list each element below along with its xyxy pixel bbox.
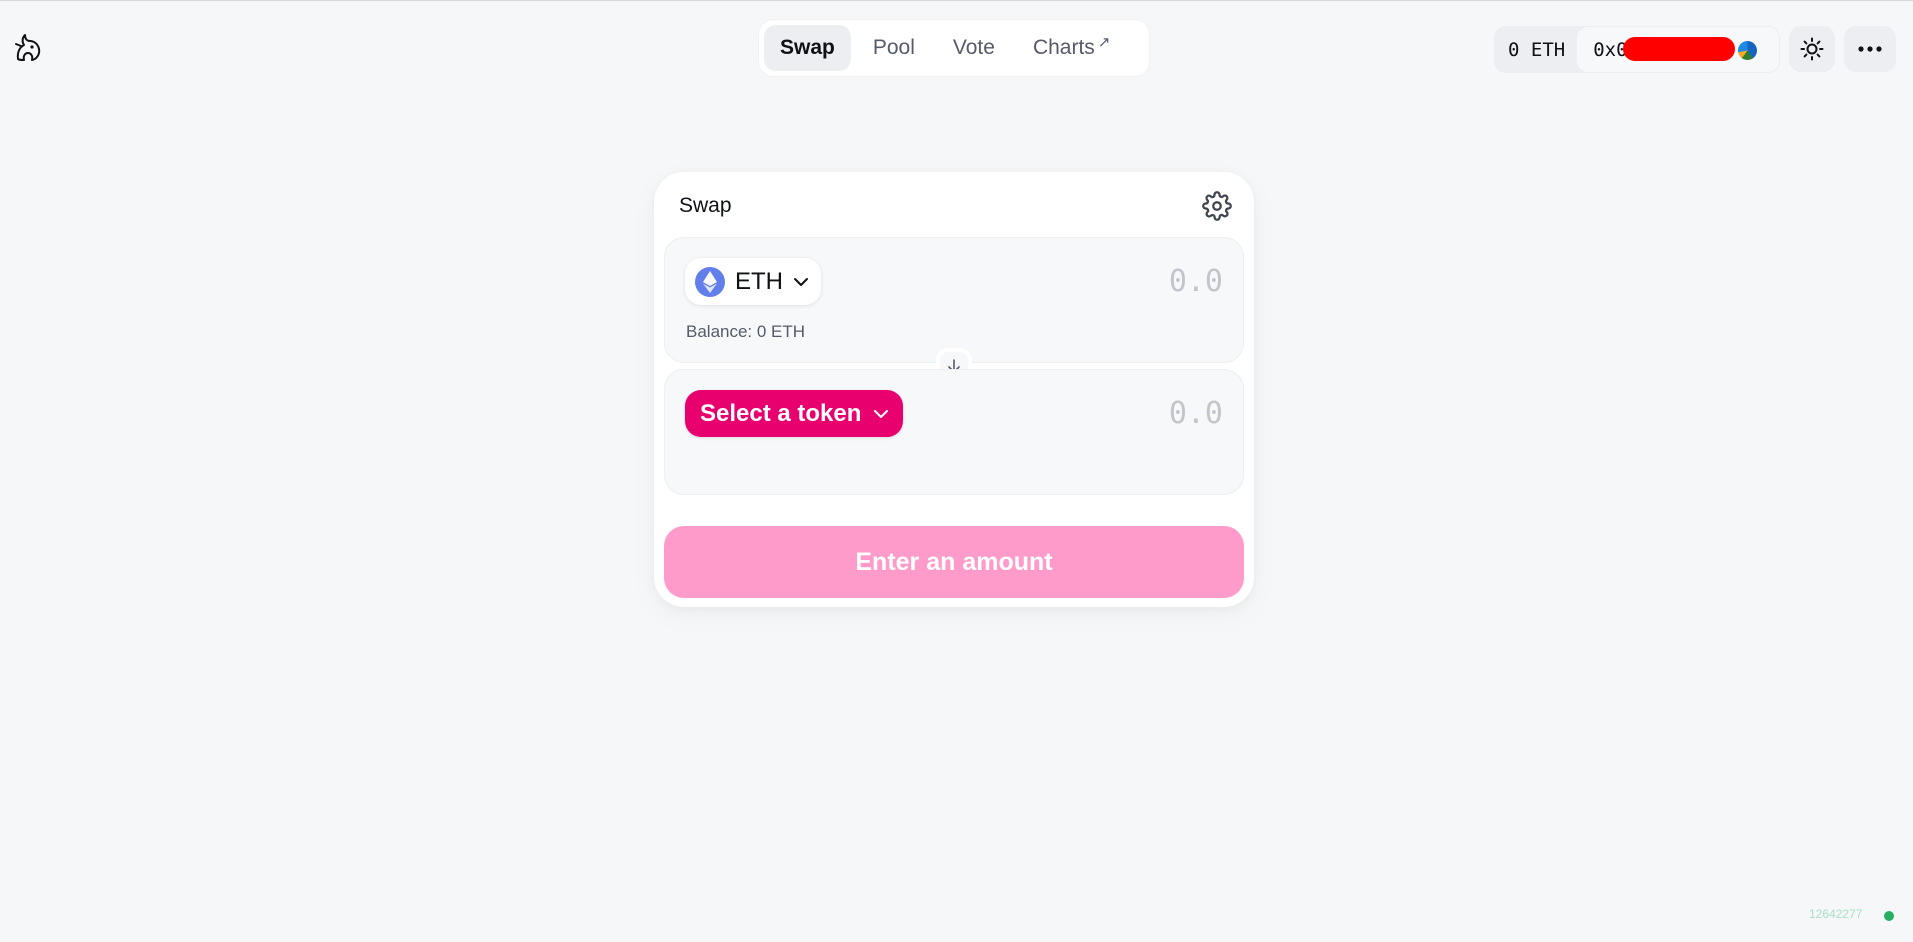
nav-charts[interactable]: Charts ↗: [1017, 25, 1126, 71]
more-dots-icon: [1858, 46, 1882, 52]
top-border: [0, 0, 1913, 1]
input-balance: Balance: 0 ETH: [686, 322, 806, 341]
chevron-down-icon: [794, 277, 808, 286]
select-token-button[interactable]: Select a token: [685, 390, 904, 437]
redacted-address-mark: [1623, 37, 1736, 61]
input-token-symbol: ETH: [735, 267, 783, 295]
chevron-down-icon: [874, 409, 889, 418]
output-currency-panel: Select a token: [664, 369, 1244, 495]
nav-swap-label: Swap: [780, 36, 835, 59]
block-number[interactable]: 12642277: [1809, 907, 1862, 921]
wallet-address-button[interactable]: 0x0: [1577, 27, 1779, 72]
nav-vote-label: Vote: [952, 36, 995, 59]
input-amount-field[interactable]: [963, 260, 1223, 302]
enter-amount-button[interactable]: Enter an amount: [664, 526, 1244, 598]
eth-balance: 0 ETH: [1508, 38, 1566, 61]
account-widget: 0 ETH 0x0: [1494, 26, 1780, 73]
nav-vote[interactable]: Vote: [937, 25, 1011, 71]
swap-title: Swap: [679, 194, 732, 217]
swap-card: Swap ETH Balance: 0 ETH: [654, 172, 1254, 607]
eth-icon: [695, 266, 725, 297]
nav-pool[interactable]: Pool: [857, 25, 931, 71]
output-amount-field[interactable]: [963, 392, 1223, 434]
sun-icon: [1800, 37, 1824, 61]
settings-button[interactable]: [1202, 191, 1232, 221]
more-menu-button[interactable]: [1844, 26, 1896, 72]
input-token-selector[interactable]: ETH: [685, 258, 821, 305]
theme-toggle-button[interactable]: [1789, 26, 1835, 72]
settings-gear-icon: [1202, 191, 1232, 221]
sync-status-dot: [1884, 911, 1894, 921]
nav-charts-label: Charts: [1032, 36, 1095, 59]
nav-pool-label: Pool: [872, 36, 915, 59]
main-nav: Swap Pool Vote Charts ↗: [759, 20, 1149, 76]
external-link-icon: ↗: [1097, 34, 1111, 51]
select-token-label: Select a token: [700, 399, 862, 427]
input-currency-panel: ETH Balance: 0 ETH: [664, 237, 1244, 363]
unicorn-logo-icon[interactable]: [12, 32, 44, 64]
identicon-icon: [1738, 41, 1757, 60]
nav-swap[interactable]: Swap: [764, 25, 851, 71]
